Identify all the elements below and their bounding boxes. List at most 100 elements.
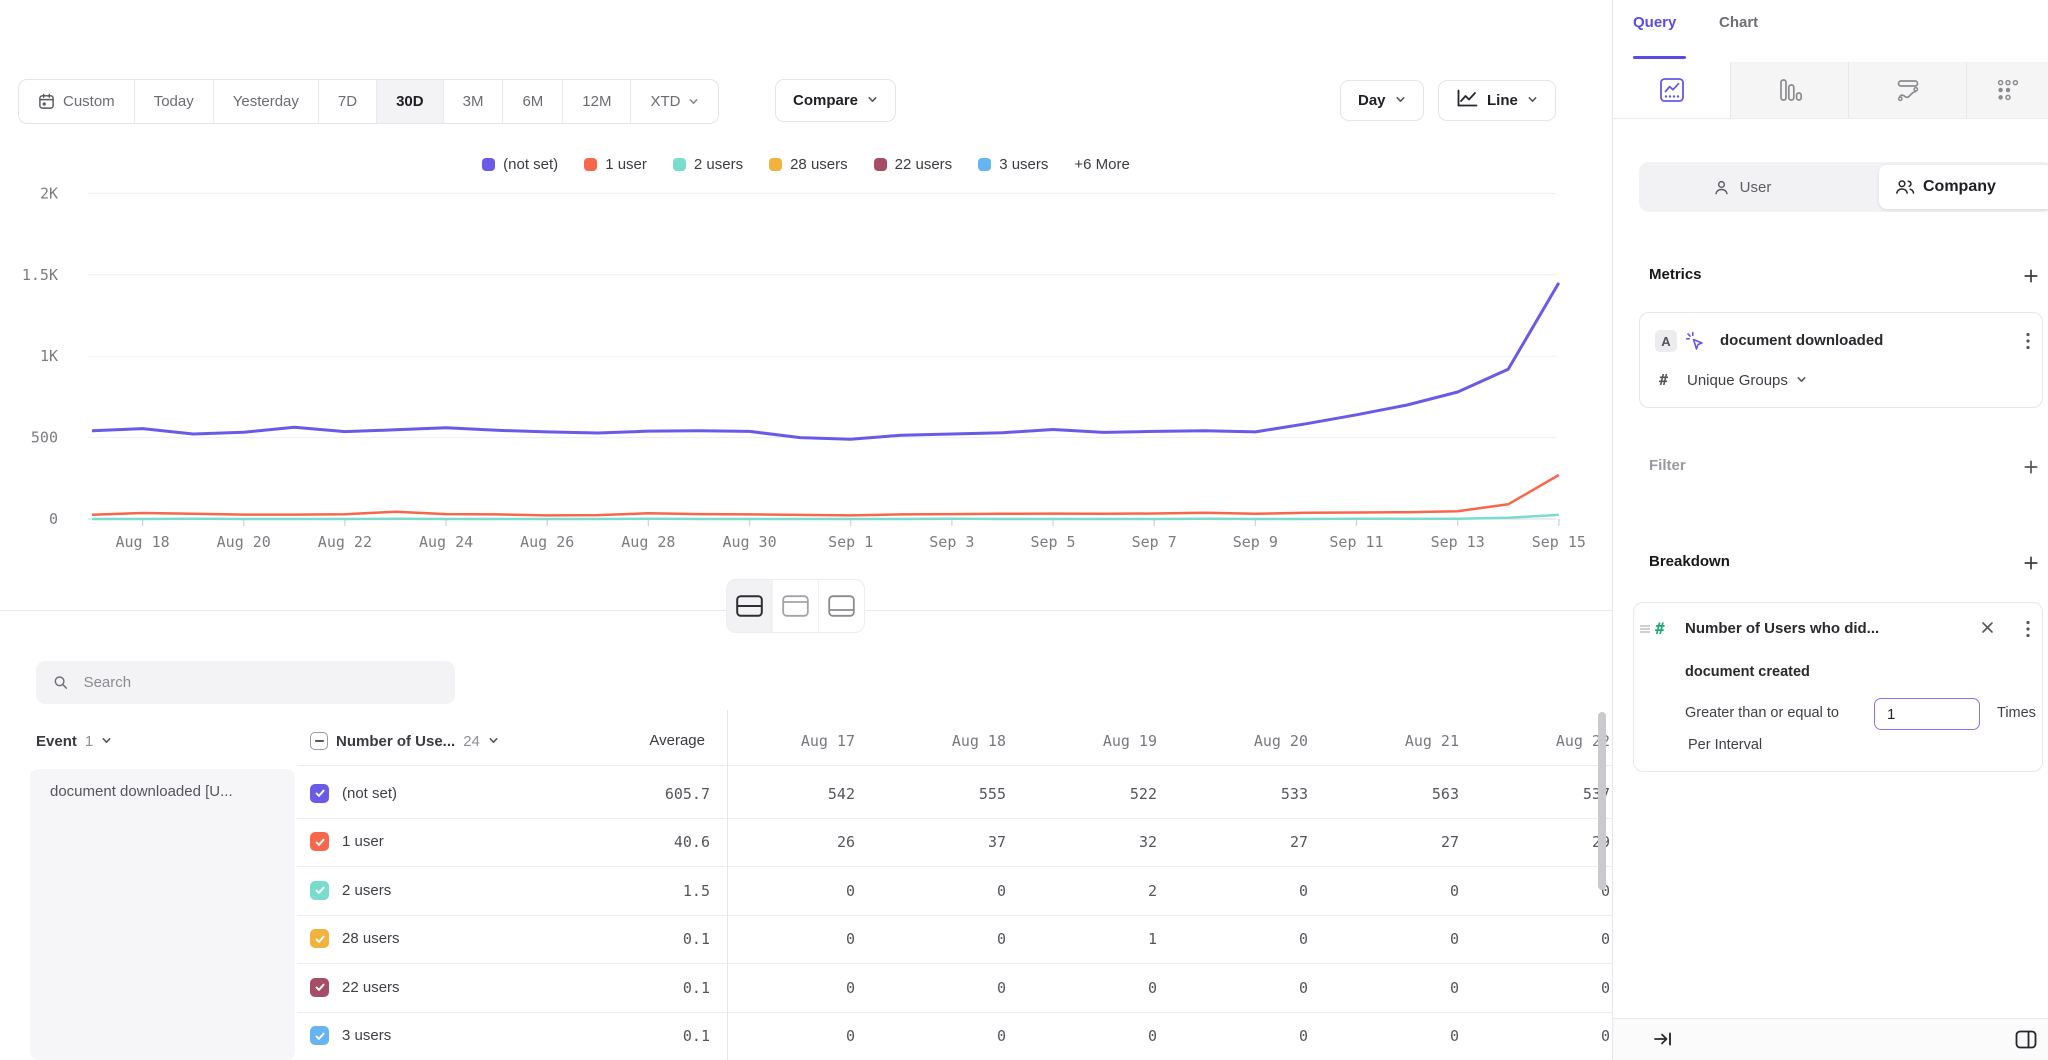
date-column-header[interactable]: Aug 17 [712, 723, 863, 759]
legend-item[interactable]: 3 users [978, 156, 1048, 173]
arrow-to-bar-icon [1653, 1031, 1673, 1047]
breakdown-property-name[interactable]: Number of Users who did... [1685, 620, 1879, 637]
legend-item[interactable]: 22 users [874, 156, 953, 173]
legend-item[interactable]: 2 users [673, 156, 743, 173]
table-vertical-scrollbar[interactable] [1598, 712, 1606, 890]
range-label: Yesterday [233, 93, 299, 110]
row-value: 537 [1467, 770, 1618, 818]
row-checkbox[interactable] [310, 929, 329, 948]
panel-footer [1613, 1018, 2048, 1060]
chart-type-bar[interactable] [1731, 62, 1849, 118]
scope-user[interactable]: User [1639, 179, 1845, 196]
date-column-header[interactable]: Aug 22 [1467, 723, 1618, 759]
range-button-30d[interactable]: 30D [376, 80, 443, 123]
date-column-header[interactable]: Aug 20 [1165, 723, 1316, 759]
tab-query[interactable]: Query [1633, 14, 1676, 31]
select-all-checkbox[interactable] [310, 732, 328, 750]
row-value: 0 [1316, 867, 1467, 915]
metric-measure-dropdown[interactable]: Unique Groups [1687, 372, 1807, 389]
range-button-12m[interactable]: 12M [562, 80, 630, 123]
collapse-panel-button[interactable] [1653, 1031, 1673, 1047]
chevron-down-icon [867, 92, 878, 109]
search-input[interactable] [82, 673, 438, 692]
row-average: 1.5 [560, 867, 710, 915]
scope-company-label: Company [1923, 178, 1996, 196]
date-column-header[interactable]: Aug 19 [1014, 723, 1165, 759]
chart-type-flow[interactable] [1849, 62, 1967, 118]
timeseries-chart[interactable]: 2K1.5K1K5000Aug 18Aug 20Aug 22Aug 24Aug … [0, 130, 1612, 570]
add-filter-button[interactable] [2021, 457, 2041, 477]
event-header-count: 1 [85, 733, 93, 750]
per-interval-label[interactable]: Per Interval [1688, 737, 1762, 753]
x-axis-label: Aug 28 [621, 533, 675, 551]
interval-dropdown[interactable]: Day [1340, 80, 1424, 121]
scope-company[interactable]: Company [1879, 165, 2048, 209]
metric-kebab-menu[interactable] [2026, 332, 2030, 350]
legend-item[interactable]: 28 users [769, 156, 848, 173]
times-value-input[interactable] [1874, 698, 1980, 730]
row-checkbox[interactable] [310, 1026, 329, 1045]
date-column-header[interactable]: Aug 21 [1316, 723, 1467, 759]
chart-type-label: Line [1487, 92, 1518, 109]
series-line-1-user[interactable] [92, 475, 1559, 515]
plus-icon [2023, 459, 2039, 475]
chart-type-more[interactable] [1967, 62, 2048, 118]
line-chart-icon [1456, 89, 1478, 112]
row-checkbox[interactable] [310, 784, 329, 803]
x-axis-label: Sep 13 [1431, 533, 1485, 551]
table-header-divider [297, 765, 1618, 766]
compare-button[interactable]: Compare [775, 79, 896, 122]
legend-item[interactable]: 1 user [584, 156, 647, 173]
legend-swatch [978, 158, 991, 171]
table-search[interactable] [36, 661, 455, 704]
table-row: 22 users0.1000000 [297, 964, 1618, 1013]
layout-toggle-group [726, 579, 865, 633]
add-metric-button[interactable] [2021, 266, 2041, 286]
row-checkbox[interactable] [310, 881, 329, 900]
series-line--not-set-[interactable] [92, 283, 1559, 439]
calendar-icon [38, 93, 55, 110]
tab-chart[interactable]: Chart [1719, 14, 1758, 31]
drag-handle-icon[interactable] [1639, 624, 1651, 634]
plus-icon [2023, 268, 2039, 284]
date-column-header[interactable]: Aug 18 [863, 723, 1014, 759]
legend-item[interactable]: +6 More [1074, 156, 1129, 173]
metric-card[interactable]: A document downloaded # Unique Groups [1639, 312, 2043, 408]
breakdown-card[interactable]: # Number of Users who did... document cr… [1633, 602, 2043, 772]
breakdown-condition-label[interactable]: Greater than or equal to [1685, 705, 1839, 721]
split-panel-button[interactable] [2015, 1030, 2037, 1049]
series-column-header[interactable]: Number of Use... 24 [310, 723, 499, 759]
row-label: 1 user [342, 818, 384, 866]
range-button-yesterday[interactable]: Yesterday [213, 80, 318, 123]
row-checkbox[interactable] [310, 832, 329, 851]
chart-type-line[interactable] [1613, 62, 1731, 118]
chart-type-dropdown[interactable]: Line [1438, 80, 1556, 121]
range-button-today[interactable]: Today [134, 80, 213, 123]
row-checkbox[interactable] [310, 978, 329, 997]
row-average: 40.6 [560, 818, 710, 866]
range-button-6m[interactable]: 6M [502, 80, 562, 123]
legend-item[interactable]: (not set) [482, 156, 558, 173]
legend-swatch [874, 158, 887, 171]
layout-split-button[interactable] [727, 580, 772, 632]
layout-table-only-button[interactable] [818, 580, 864, 632]
remove-breakdown-button[interactable] [1981, 621, 1994, 634]
range-button-custom[interactable]: Custom [19, 80, 134, 123]
range-button-7d[interactable]: 7D [318, 80, 376, 123]
scope-toggle: User Company [1639, 162, 2048, 212]
event-name-cell[interactable]: document downloaded [U... [30, 769, 295, 1060]
layout-chart-only-button[interactable] [772, 580, 818, 632]
range-button-3m[interactable]: 3M [443, 80, 503, 123]
legend-label: +6 More [1074, 156, 1129, 173]
breakdown-kebab-menu[interactable] [2026, 620, 2030, 638]
event-column-header[interactable]: Event 1 [36, 723, 112, 759]
add-breakdown-button[interactable] [2021, 553, 2041, 573]
metric-event-name[interactable]: document downloaded [1720, 332, 1883, 349]
breakdown-event-name: document created [1685, 664, 1810, 680]
row-value: 0 [1165, 964, 1316, 1012]
row-average: 0.1 [560, 964, 710, 1012]
range-label: 7D [338, 93, 357, 110]
range-button-xtd[interactable]: XTD [630, 80, 718, 123]
row-value: 522 [1014, 770, 1165, 818]
average-column-header[interactable]: Average [560, 723, 713, 759]
